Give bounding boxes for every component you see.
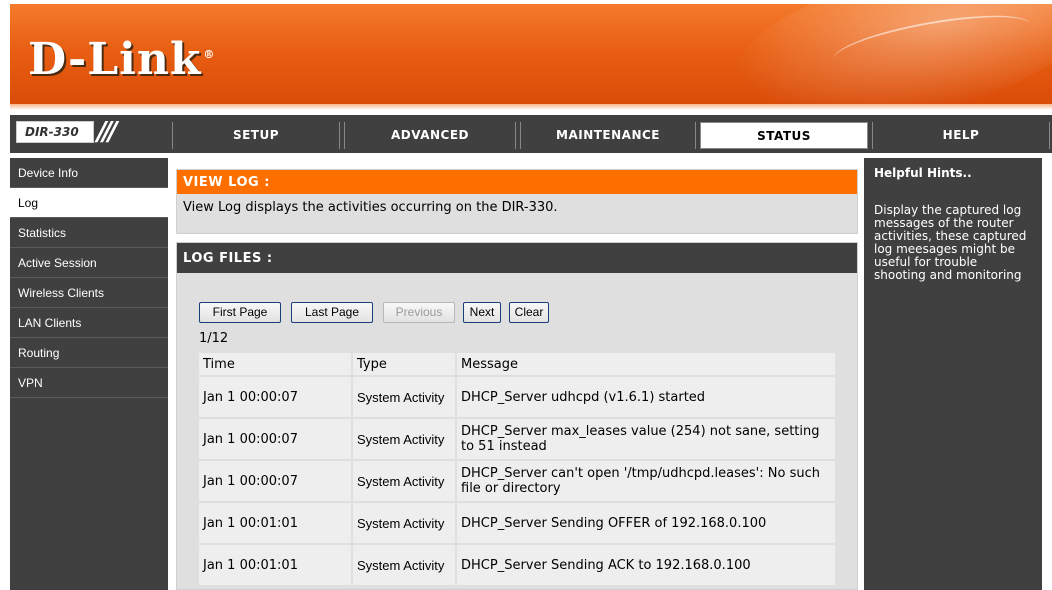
view-log-title: VIEW LOG : bbox=[177, 170, 857, 194]
main-content: VIEW LOG : View Log displays the activit… bbox=[176, 158, 858, 590]
tab-setup[interactable]: SETUP bbox=[172, 122, 340, 149]
sidebar-item-vpn[interactable]: VPN bbox=[10, 368, 168, 398]
dlink-logo: D-Link ® bbox=[28, 34, 216, 85]
banner-divider bbox=[10, 104, 1052, 110]
view-log-description: View Log displays the activities occurri… bbox=[183, 200, 558, 215]
header-banner: D-Link ® bbox=[10, 4, 1052, 110]
table-row: Jan 1 00:01:01 System Activity DHCP_Serv… bbox=[199, 503, 835, 543]
sidebar-item-lan-clients[interactable]: LAN Clients bbox=[10, 308, 168, 338]
sidebar-item-log[interactable]: Log bbox=[10, 188, 168, 218]
log-files-title: LOG FILES : bbox=[177, 243, 857, 273]
previous-button[interactable]: Previous bbox=[383, 302, 455, 323]
last-page-button[interactable]: Last Page bbox=[291, 302, 373, 323]
cell-type: System Activity bbox=[353, 503, 455, 543]
page-indicator: 1/12 bbox=[199, 331, 229, 346]
view-log-section: VIEW LOG : View Log displays the activit… bbox=[176, 169, 858, 234]
tab-maintenance[interactable]: MAINTENANCE bbox=[520, 122, 696, 149]
slashes-icon: /// bbox=[97, 117, 117, 147]
tab-advanced[interactable]: ADVANCED bbox=[344, 122, 516, 149]
table-row: Jan 1 00:00:07 System Activity DHCP_Serv… bbox=[199, 377, 835, 417]
cell-type: System Activity bbox=[353, 419, 455, 459]
sidebar: Device Info Log Statistics Active Sessio… bbox=[10, 158, 168, 590]
first-page-button[interactable]: First Page bbox=[199, 302, 281, 323]
sidebar-item-wireless-clients[interactable]: Wireless Clients bbox=[10, 278, 168, 308]
table-row: Jan 1 00:00:07 System Activity DHCP_Serv… bbox=[199, 419, 835, 459]
next-button[interactable]: Next bbox=[463, 302, 501, 323]
log-table: Time Type Message Jan 1 00:00:07 System … bbox=[197, 351, 837, 587]
tab-status[interactable]: STATUS bbox=[700, 122, 868, 149]
log-files-section: LOG FILES : First Page Last Page Previou… bbox=[176, 242, 858, 590]
model-box: DIR-330 /// bbox=[10, 115, 170, 153]
sidebar-item-routing[interactable]: Routing bbox=[10, 338, 168, 368]
table-row: Jan 1 00:00:07 System Activity DHCP_Serv… bbox=[199, 461, 835, 501]
cell-type: System Activity bbox=[353, 461, 455, 501]
help-text: Display the captured log messages of the… bbox=[874, 203, 1027, 282]
column-type: Type bbox=[353, 353, 455, 375]
cell-time: Jan 1 00:00:07 bbox=[199, 377, 351, 417]
cell-time: Jan 1 00:00:07 bbox=[199, 461, 351, 501]
sidebar-item-statistics[interactable]: Statistics bbox=[10, 218, 168, 248]
top-nav: DIR-330 /// SETUP ADVANCED MAINTENANCE S… bbox=[10, 115, 1052, 153]
cell-message: DHCP_Server udhcpd (v1.6.1) started bbox=[457, 377, 835, 417]
help-panel: Helpful Hints.. Display the captured log… bbox=[864, 158, 1042, 590]
table-header-row: Time Type Message bbox=[199, 353, 835, 375]
cell-message: DHCP_Server Sending OFFER of 192.168.0.1… bbox=[457, 503, 835, 543]
cell-message: DHCP_Server Sending ACK to 192.168.0.100 bbox=[457, 545, 835, 585]
cell-time: Jan 1 00:01:01 bbox=[199, 503, 351, 543]
cell-message: DHCP_Server can't open '/tmp/udhcpd.leas… bbox=[457, 461, 835, 501]
column-message: Message bbox=[457, 353, 835, 375]
cell-time: Jan 1 00:01:01 bbox=[199, 545, 351, 585]
sidebar-item-active-session[interactable]: Active Session bbox=[10, 248, 168, 278]
tab-help[interactable]: HELP bbox=[872, 122, 1050, 149]
model-badge: DIR-330 bbox=[16, 121, 94, 143]
cell-type: System Activity bbox=[353, 545, 455, 585]
help-title: Helpful Hints.. bbox=[874, 166, 972, 180]
column-time: Time bbox=[199, 353, 351, 375]
cell-type: System Activity bbox=[353, 377, 455, 417]
cell-time: Jan 1 00:00:07 bbox=[199, 419, 351, 459]
clear-button[interactable]: Clear bbox=[509, 302, 549, 323]
table-row: Jan 1 00:01:01 System Activity DHCP_Serv… bbox=[199, 545, 835, 585]
sidebar-item-device-info[interactable]: Device Info bbox=[10, 158, 168, 188]
cell-message: DHCP_Server max_leases value (254) not s… bbox=[457, 419, 835, 459]
